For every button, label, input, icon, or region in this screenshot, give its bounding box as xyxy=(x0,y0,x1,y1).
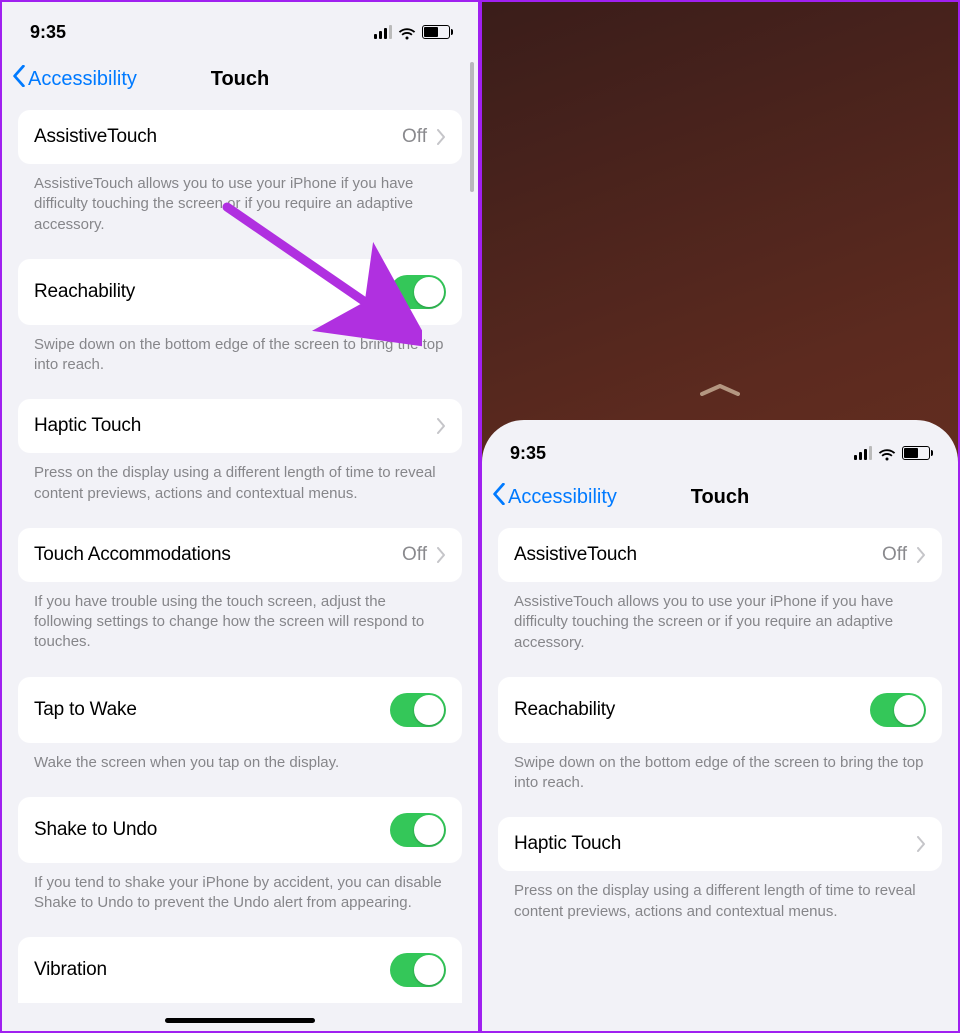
cell-value: Off xyxy=(402,544,427,566)
row-reachability[interactable]: Reachability xyxy=(498,677,942,743)
cellular-signal-icon xyxy=(374,25,392,39)
footer-reachability: Swipe down on the bottom edge of the scr… xyxy=(498,743,942,818)
cell-value: Off xyxy=(882,544,907,566)
row-touch-accommodations[interactable]: Touch Accommodations Off xyxy=(18,528,462,582)
tap-to-wake-toggle[interactable] xyxy=(390,693,446,727)
cell-value: Off xyxy=(402,126,427,148)
row-haptic-touch[interactable]: Haptic Touch xyxy=(498,817,942,871)
back-label: Accessibility xyxy=(508,486,617,509)
battery-icon xyxy=(422,25,450,39)
footer-tapwake: Wake the screen when you tap on the disp… xyxy=(18,743,462,797)
reachability-sheet: 9:35 Accessibility Touch xyxy=(482,420,958,1031)
status-icons xyxy=(854,446,930,460)
footer-haptic: Press on the display using a different l… xyxy=(498,871,942,946)
cell-label: Vibration xyxy=(34,959,107,981)
reachability-toggle[interactable] xyxy=(870,693,926,727)
footer-haptic: Press on the display using a different l… xyxy=(18,453,462,528)
vibration-toggle[interactable] xyxy=(390,953,446,987)
footer-accommodations: If you have trouble using the touch scre… xyxy=(18,582,462,677)
wifi-icon xyxy=(398,25,416,39)
row-assistivetouch[interactable]: AssistiveTouch Off xyxy=(498,528,942,582)
row-assistivetouch[interactable]: AssistiveTouch Off xyxy=(18,110,462,164)
shake-to-undo-toggle[interactable] xyxy=(390,813,446,847)
chevron-right-icon xyxy=(437,418,446,434)
cell-label: Haptic Touch xyxy=(514,833,621,855)
status-bar: 9:35 xyxy=(482,420,958,472)
back-button[interactable]: Accessibility xyxy=(12,65,137,93)
phone-left: 9:35 Accessibility Touch AssistiveTouch xyxy=(0,0,480,1033)
chevron-right-icon xyxy=(917,547,926,563)
cellular-signal-icon xyxy=(854,446,872,460)
footer-assistivetouch: AssistiveTouch allows you to use your iP… xyxy=(498,582,942,677)
nav-header: Accessibility Touch xyxy=(2,54,478,110)
footer-shake: If you tend to shake your iPhone by acci… xyxy=(18,863,462,938)
row-reachability[interactable]: Reachability xyxy=(18,259,462,325)
wifi-icon xyxy=(878,446,896,460)
back-label: Accessibility xyxy=(28,68,137,91)
battery-icon xyxy=(902,446,930,460)
back-button[interactable]: Accessibility xyxy=(492,483,617,511)
phone-right: 9:35 Accessibility Touch xyxy=(480,0,960,1033)
cell-label: Haptic Touch xyxy=(34,415,141,437)
home-indicator[interactable] xyxy=(165,1018,315,1023)
cell-label: Tap to Wake xyxy=(34,699,137,721)
status-bar: 9:35 xyxy=(2,2,478,54)
cell-label: Reachability xyxy=(514,699,615,721)
chevron-right-icon xyxy=(437,129,446,145)
chevron-right-icon xyxy=(917,836,926,852)
row-tap-to-wake[interactable]: Tap to Wake xyxy=(18,677,462,743)
chevron-left-icon xyxy=(12,65,26,93)
settings-list[interactable]: AssistiveTouch Off AssistiveTouch allows… xyxy=(2,110,478,1003)
row-shake-to-undo[interactable]: Shake to Undo xyxy=(18,797,462,863)
footer-reachability: Swipe down on the bottom edge of the scr… xyxy=(18,325,462,400)
reachability-toggle[interactable] xyxy=(390,275,446,309)
row-haptic-touch[interactable]: Haptic Touch xyxy=(18,399,462,453)
chevron-right-icon xyxy=(437,547,446,563)
status-icons xyxy=(374,25,450,39)
chevron-left-icon xyxy=(492,483,506,511)
cell-label: AssistiveTouch xyxy=(514,544,637,566)
cell-label: Touch Accommodations xyxy=(34,544,231,566)
row-vibration[interactable]: Vibration xyxy=(18,937,462,1003)
reachability-grabber-icon[interactable] xyxy=(698,382,742,403)
cell-label: AssistiveTouch xyxy=(34,126,157,148)
cell-label: Reachability xyxy=(34,281,135,303)
status-time: 9:35 xyxy=(510,443,546,464)
settings-list[interactable]: AssistiveTouch Off AssistiveTouch allows… xyxy=(482,528,958,946)
nav-header: Accessibility Touch xyxy=(482,472,958,528)
cell-label: Shake to Undo xyxy=(34,819,157,841)
footer-assistivetouch: AssistiveTouch allows you to use your iP… xyxy=(18,164,462,259)
status-time: 9:35 xyxy=(30,22,66,43)
